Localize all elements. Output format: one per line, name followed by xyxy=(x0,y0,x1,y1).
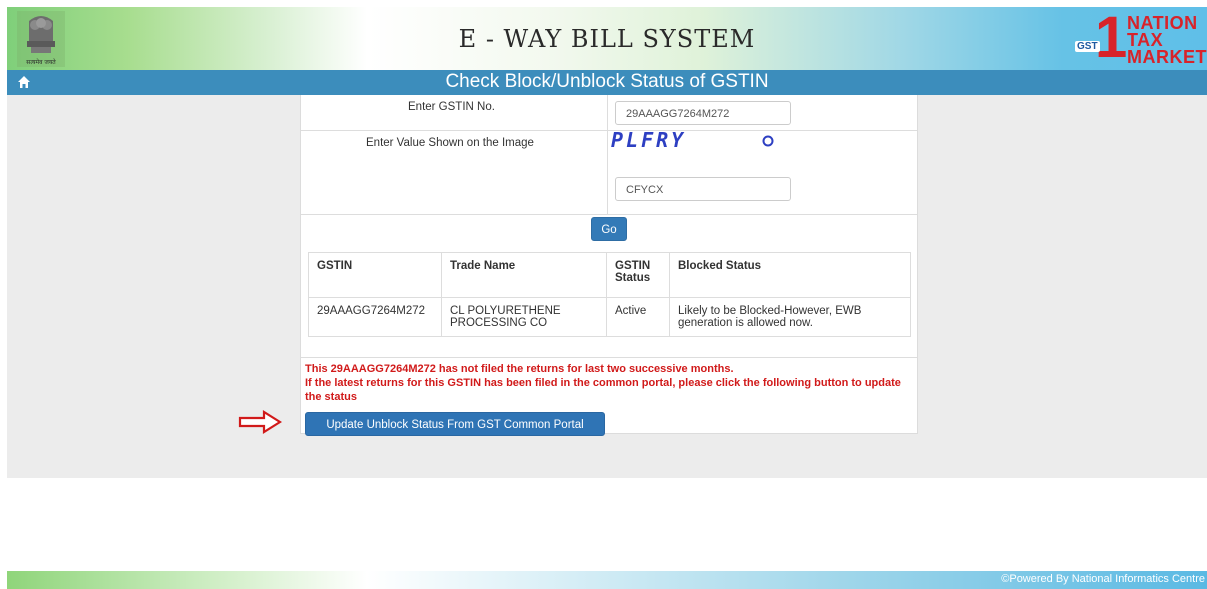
svg-text:सत्यमेव जयते: सत्यमेव जयते xyxy=(26,58,56,66)
update-unblock-status-button[interactable]: Update Unblock Status From GST Common Po… xyxy=(305,412,605,436)
column-header-trade-name: Trade Name xyxy=(441,252,607,298)
app-title: E - WAY BILL SYSTEM xyxy=(458,25,756,53)
title-bar: Check Block/Unblock Status of GSTIN xyxy=(7,70,1207,95)
captcha-label: Enter Value Shown on the Image xyxy=(366,137,534,149)
column-header-gstin-status: GSTIN Status xyxy=(606,252,670,298)
footer: ©Powered By National Informatics Centre xyxy=(7,571,1207,589)
annotation-arrow-icon xyxy=(238,410,282,434)
logo-gst-text: GST xyxy=(1075,41,1100,52)
window-frame: सत्यमेव जयते E - WAY BILL SYSTEM 1 GST N… xyxy=(7,7,1207,589)
column-header-blocked-status: Blocked Status xyxy=(669,252,911,298)
page-blank-area xyxy=(7,478,1207,571)
cell-trade-name: CL POLYURETHENE PROCESSING CO xyxy=(441,297,607,337)
footer-powered-by: ©Powered By National Informatics Centre xyxy=(1001,573,1205,585)
captcha-image: PLFRY xyxy=(611,128,786,156)
gstin-input[interactable]: 29AAAGG7264M272 xyxy=(615,101,791,125)
go-button[interactable]: Go xyxy=(591,217,627,241)
notice-line-2: If the latest returns for this GSTIN has… xyxy=(305,377,901,403)
cell-gstin: 29AAAGG7264M272 xyxy=(308,297,442,337)
page-title: Check Block/Unblock Status of GSTIN xyxy=(445,71,769,92)
nation-tax-market-logo: 1 GST NATION TAX MARKET xyxy=(1075,7,1207,70)
table-row: 29AAAGG7264M272 CL POLYURETHENE PROCESSI… xyxy=(308,297,911,337)
header: सत्यमेव जयते E - WAY BILL SYSTEM 1 GST N… xyxy=(7,7,1207,70)
unfiled-returns-notice: This 29AAAGG7264M272 has not filed the r… xyxy=(305,362,905,404)
cell-status: Active xyxy=(606,297,670,337)
status-table: GSTIN Trade Name GSTIN Status Blocked St… xyxy=(308,252,911,337)
captcha-input[interactable]: CFYCX xyxy=(615,177,791,201)
cell-blocked-status: Likely to be Blocked-However, EWB genera… xyxy=(669,297,911,337)
column-header-gstin: GSTIN xyxy=(308,252,442,298)
notice-line-1: This 29AAAGG7264M272 has not filed the r… xyxy=(305,363,734,375)
status-form-card: Enter GSTIN No. 29AAAGG7264M272 Enter Va… xyxy=(300,95,918,436)
gstin-label: Enter GSTIN No. xyxy=(408,101,495,113)
refresh-icon[interactable] xyxy=(761,134,775,148)
logo-line3: MARKET xyxy=(1127,47,1207,67)
